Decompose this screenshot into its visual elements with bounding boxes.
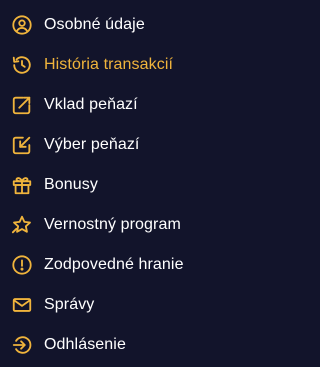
menu-item-label: Bonusy [44, 176, 98, 193]
menu-item-label: Vernostný program [44, 216, 181, 233]
wallet-withdraw-icon [11, 134, 33, 156]
account-menu: Osobné údaje História transakcií Vklad p… [0, 0, 308, 367]
menu-item-transaction-history[interactable]: História transakcií [0, 45, 308, 85]
menu-item-loyalty-program[interactable]: Vernostný program [0, 205, 308, 245]
menu-item-label: Správy [44, 296, 95, 313]
menu-item-label: Osobné údaje [44, 16, 145, 33]
menu-item-label: Odhlásenie [44, 336, 126, 353]
menu-item-deposit[interactable]: Vklad peňazí [0, 85, 308, 125]
logout-icon [11, 334, 33, 356]
menu-item-label: História transakcií [44, 56, 174, 73]
gift-icon [11, 174, 33, 196]
menu-item-label: Výber peňazí [44, 136, 140, 153]
menu-item-logout[interactable]: Odhlásenie [0, 325, 308, 365]
history-icon [11, 54, 33, 76]
envelope-icon [11, 294, 33, 316]
menu-item-label: Zodpovedné hranie [44, 256, 184, 273]
menu-item-messages[interactable]: Správy [0, 285, 308, 325]
loyalty-star-icon [11, 214, 33, 236]
menu-item-personal-details[interactable]: Osobné údaje [0, 5, 308, 45]
menu-item-bonuses[interactable]: Bonusy [0, 165, 308, 205]
wallet-deposit-icon [11, 94, 33, 116]
menu-item-withdraw[interactable]: Výber peňazí [0, 125, 308, 165]
menu-item-responsible-gaming[interactable]: Zodpovedné hranie [0, 245, 308, 285]
user-circle-icon [11, 14, 33, 36]
menu-item-label: Vklad peňazí [44, 96, 138, 113]
alert-circle-icon [11, 254, 33, 276]
